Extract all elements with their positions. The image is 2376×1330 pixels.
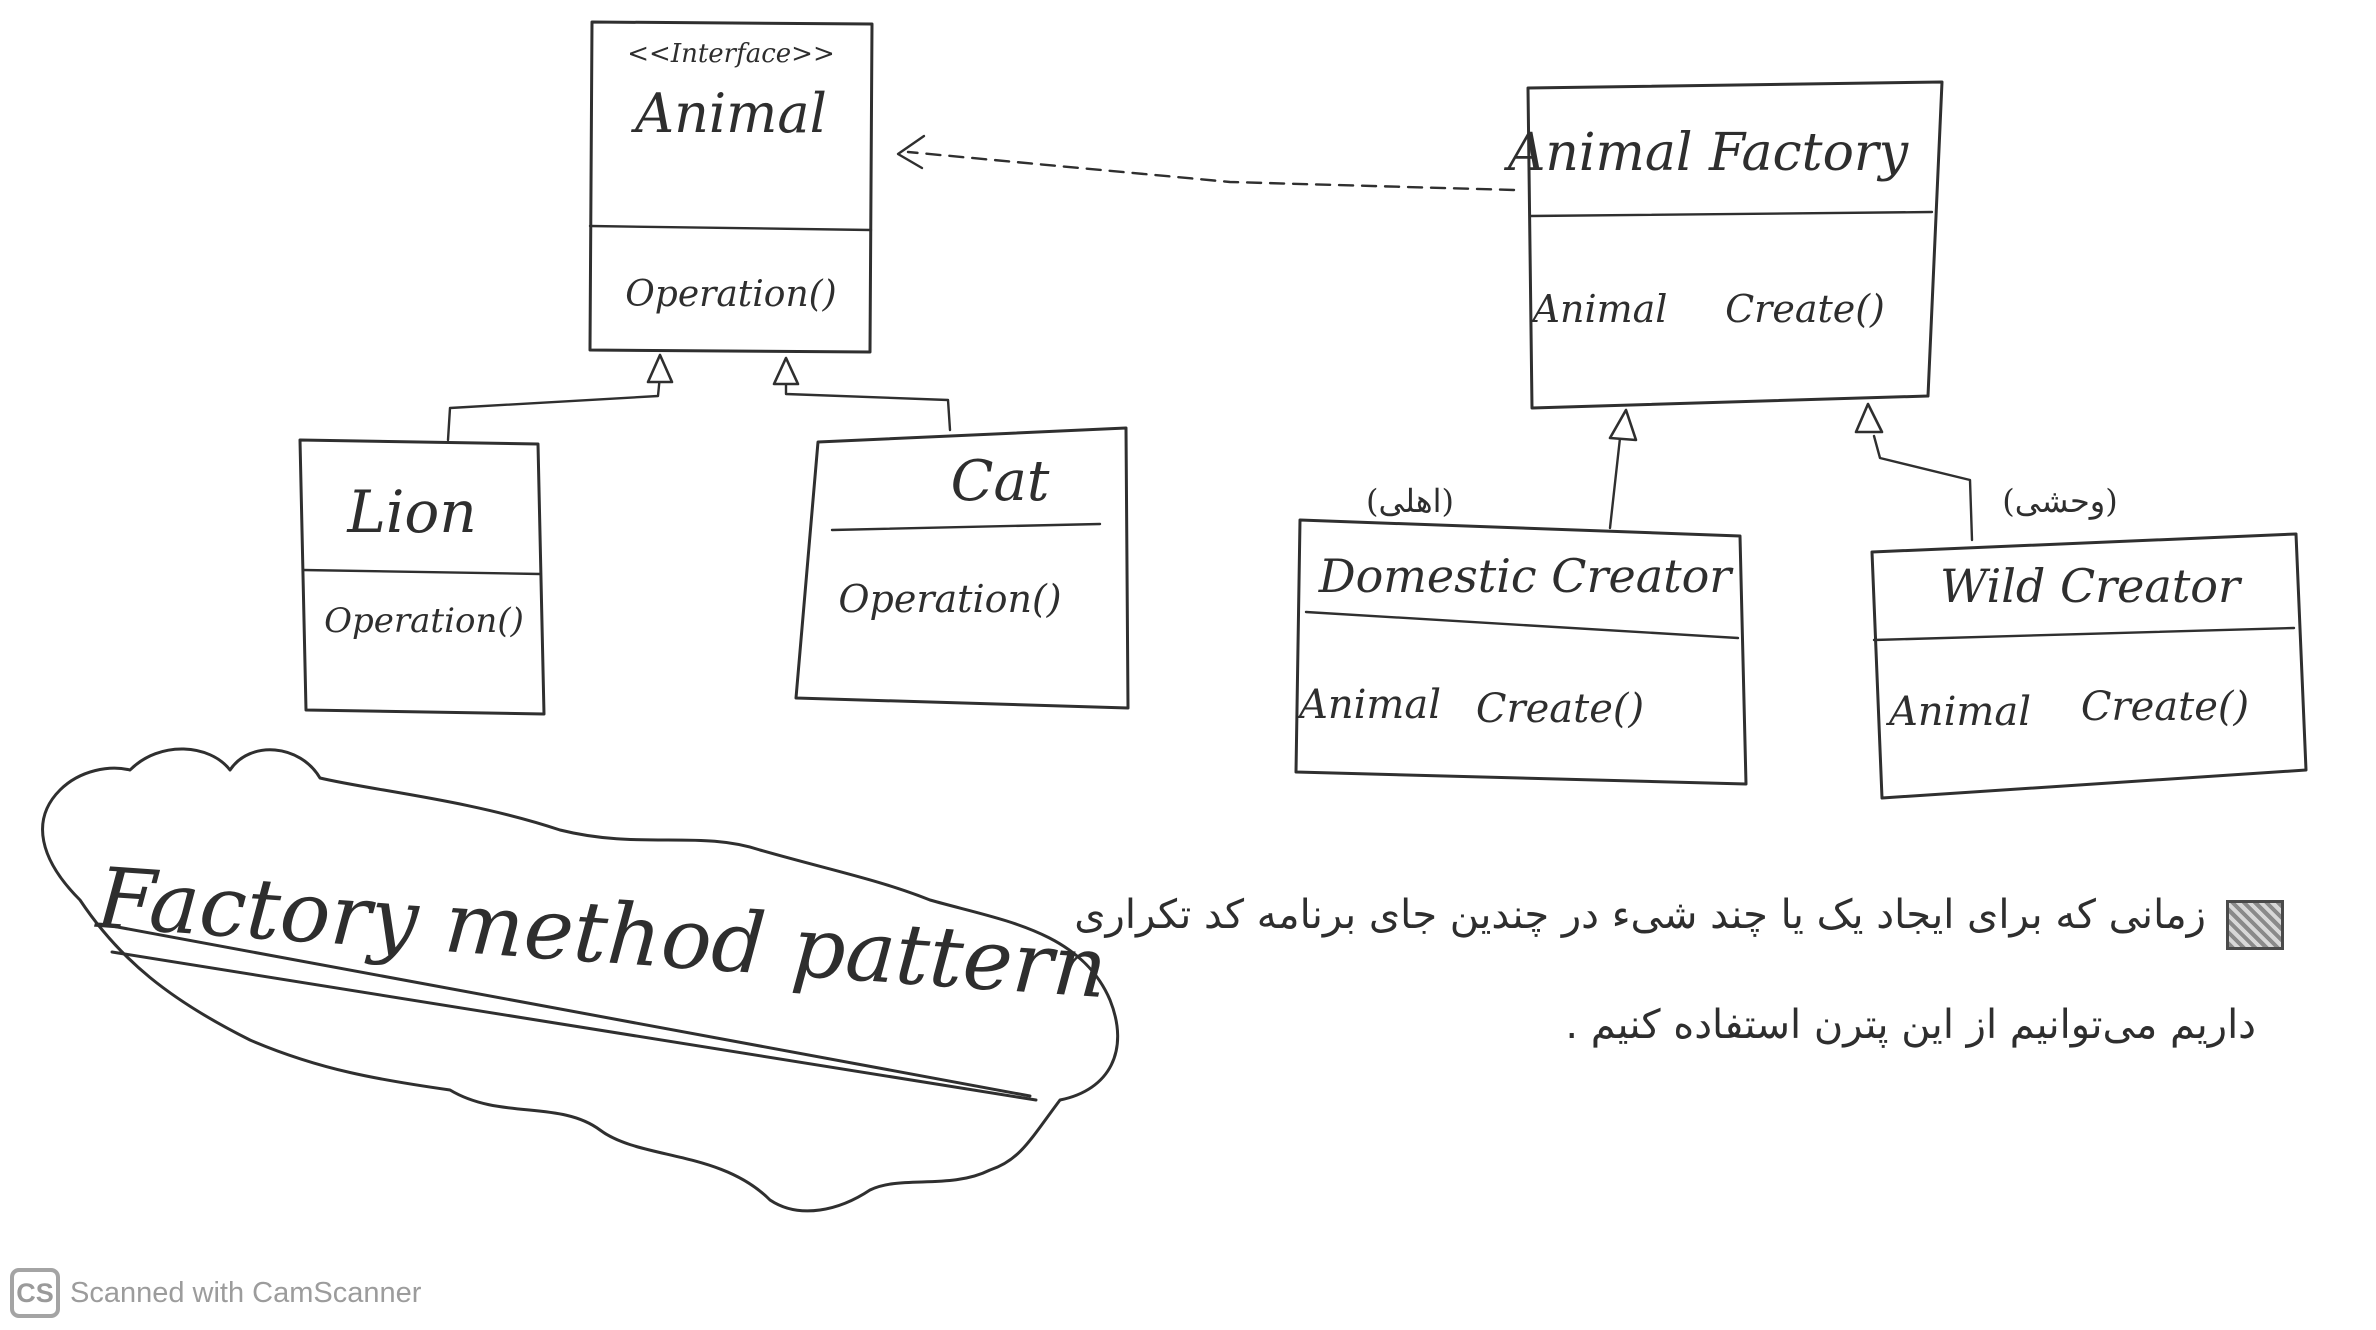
domestic-note: (اهلی)	[1366, 482, 1454, 520]
cat-class-name: Cat	[951, 449, 1050, 514]
cat-inheritance-arrow	[772, 356, 952, 432]
domestic-method-name: Create()	[1476, 686, 1644, 732]
lion-class-operation: Operation()	[324, 601, 524, 641]
description-line-1: زمانی که برای ایجاد یک یا چند شیء در چند…	[1074, 892, 2206, 938]
lion-class-box: Lion Operation()	[298, 438, 546, 716]
animal-stereotype: <<Interface>>	[627, 39, 835, 69]
wild-method-name: Create()	[2081, 684, 2249, 730]
wild-inheritance-arrow	[1854, 402, 1974, 542]
factory-name: Animal Factory	[1504, 123, 1909, 183]
factory-dependency-arrow	[896, 134, 1516, 192]
wild-method-type: Animal	[1885, 689, 2031, 735]
lion-class-name: Lion	[346, 478, 476, 546]
title-cloud: Factory method pattern	[41, 747, 1120, 1213]
pattern-title: Factory method pattern	[92, 849, 1110, 1017]
lion-inheritance-arrow	[446, 353, 674, 442]
domestic-method-type: Animal	[1295, 682, 1441, 728]
description-line-2: داریم می‌توانیم از این پترن استفاده کنیم…	[1565, 1002, 2256, 1048]
animal-factory-box: Animal Factory Animal Create()	[1504, 80, 1944, 410]
camscanner-text: Scanned with CamScanner	[70, 1276, 422, 1309]
camscanner-footer: CS Scanned with CamScanner	[10, 1268, 421, 1318]
camscanner-logo-icon: CS	[10, 1268, 60, 1318]
domestic-creator-box: (اهلی) Domestic Creator Animal Create()	[1294, 482, 1748, 786]
wild-creator-box: (وحشی) Wild Creator Animal Create()	[1870, 482, 2308, 800]
factory-method-name: Create()	[1725, 287, 1885, 331]
domestic-creator-name: Domestic Creator	[1318, 549, 1735, 603]
uml-diagram-canvas: <<Interface>> Animal Operation() Lion Op…	[41, 20, 2308, 1213]
animal-interface-operation: Operation()	[625, 274, 836, 315]
wild-creator-name: Wild Creator	[1940, 559, 2243, 613]
wild-note: (وحشی)	[2002, 482, 2117, 520]
cat-class-box: Cat Operation()	[794, 426, 1130, 710]
animal-interface-box: <<Interface>> Animal Operation()	[588, 20, 874, 354]
qr-icon	[2226, 900, 2284, 950]
factory-method-type: Animal	[1530, 287, 1668, 331]
animal-interface-name: Animal	[630, 82, 827, 145]
cat-class-operation: Operation()	[838, 577, 1061, 621]
domestic-inheritance-arrow	[1608, 408, 1638, 530]
